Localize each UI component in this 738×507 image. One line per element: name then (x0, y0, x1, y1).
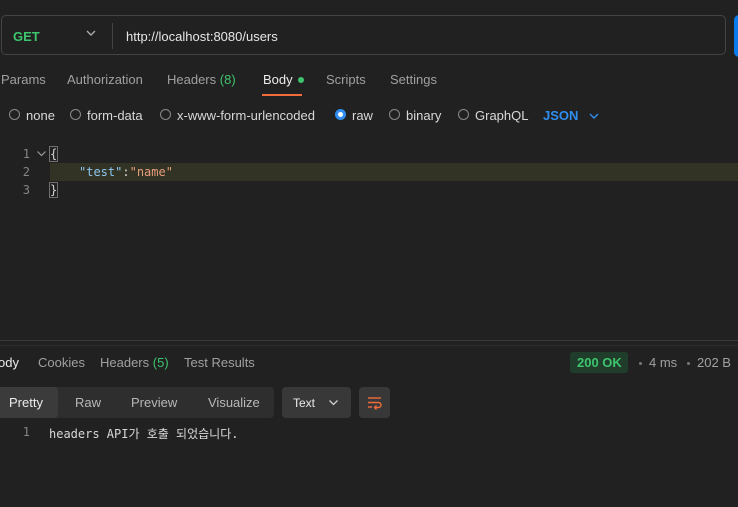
view-mode-visualize[interactable]: Visualize (208, 395, 260, 410)
format-select[interactable]: JSON (543, 108, 578, 123)
send-button[interactable] (734, 15, 738, 57)
radio-graphql[interactable] (458, 109, 469, 120)
line-number: 1 (22, 147, 30, 161)
url-input[interactable]: http://localhost:8080/users (126, 29, 278, 44)
json-key: "test" (79, 165, 123, 179)
active-tab-indicator (262, 94, 302, 96)
radio-raw[interactable] (335, 109, 346, 120)
option-urlencoded-label[interactable]: x-www-form-urlencoded (177, 108, 315, 123)
tab-authorization[interactable]: Authorization (67, 72, 143, 87)
line-number: 1 (22, 425, 30, 439)
tab-headers[interactable]: Headers (8) (167, 72, 236, 87)
json-colon: : (122, 165, 130, 179)
divider (112, 23, 113, 49)
response-tab-headers-label: Headers (100, 355, 150, 370)
method-select[interactable]: GET (13, 29, 40, 44)
modified-dot-icon (297, 77, 304, 83)
separator-dot (639, 362, 642, 365)
radio-x-www-form-urlencoded[interactable] (160, 109, 171, 120)
radio-none[interactable] (9, 109, 20, 120)
fold-chevron-icon[interactable] (36, 148, 47, 159)
radio-form-data[interactable] (70, 109, 81, 120)
tab-settings[interactable]: Settings (390, 72, 437, 87)
divider (0, 345, 738, 346)
tab-headers-label: Headers (167, 72, 217, 87)
response-text: headers API가 호출 되었습니다. (49, 427, 239, 441)
option-binary-label[interactable]: binary (406, 108, 441, 123)
view-mode-raw[interactable]: Raw (75, 395, 101, 410)
tab-scripts[interactable]: Scripts (326, 72, 366, 87)
response-format-label: Text (293, 396, 316, 410)
line-number: 3 (22, 183, 30, 197)
url-bar: GET http://localhost:8080/users (1, 15, 726, 55)
status-code: 200 OK (577, 355, 622, 370)
chevron-down-icon[interactable] (588, 110, 600, 122)
option-none-label[interactable]: none (26, 108, 55, 123)
open-brace: { (48, 146, 59, 162)
option-raw-label[interactable]: raw (352, 108, 373, 123)
line-number: 2 (22, 165, 30, 179)
code-line-2: "test":"name" (79, 165, 173, 179)
radio-binary[interactable] (389, 109, 400, 120)
view-mode-preview[interactable]: Preview (131, 395, 177, 410)
response-tab-headers-count: (5) (152, 355, 169, 370)
tab-headers-count: (8) (219, 72, 236, 87)
chevron-down-icon[interactable] (85, 27, 97, 39)
response-tab-body[interactable]: ody (0, 355, 19, 370)
separator-dot (687, 362, 690, 365)
tab-params[interactable]: Params (1, 72, 46, 87)
view-mode-pretty[interactable]: Pretty (9, 395, 43, 410)
response-tab-test-results[interactable]: Test Results (184, 355, 255, 370)
option-form-data-label[interactable]: form-data (87, 108, 143, 123)
tab-body-label: Body (263, 72, 293, 87)
tab-body[interactable]: Body (263, 72, 304, 87)
json-value: "name" (129, 165, 173, 179)
option-graphql-label[interactable]: GraphQL (475, 108, 528, 123)
response-time[interactable]: 4 ms (649, 355, 677, 370)
response-size[interactable]: 202 B (697, 355, 731, 370)
wrap-lines-icon (368, 397, 382, 410)
close-brace: } (48, 182, 59, 198)
pane-splitter[interactable] (0, 340, 738, 341)
response-tab-cookies[interactable]: Cookies (38, 355, 85, 370)
response-tab-headers[interactable]: Headers (5) (100, 355, 169, 370)
chevron-down-icon (329, 400, 338, 406)
